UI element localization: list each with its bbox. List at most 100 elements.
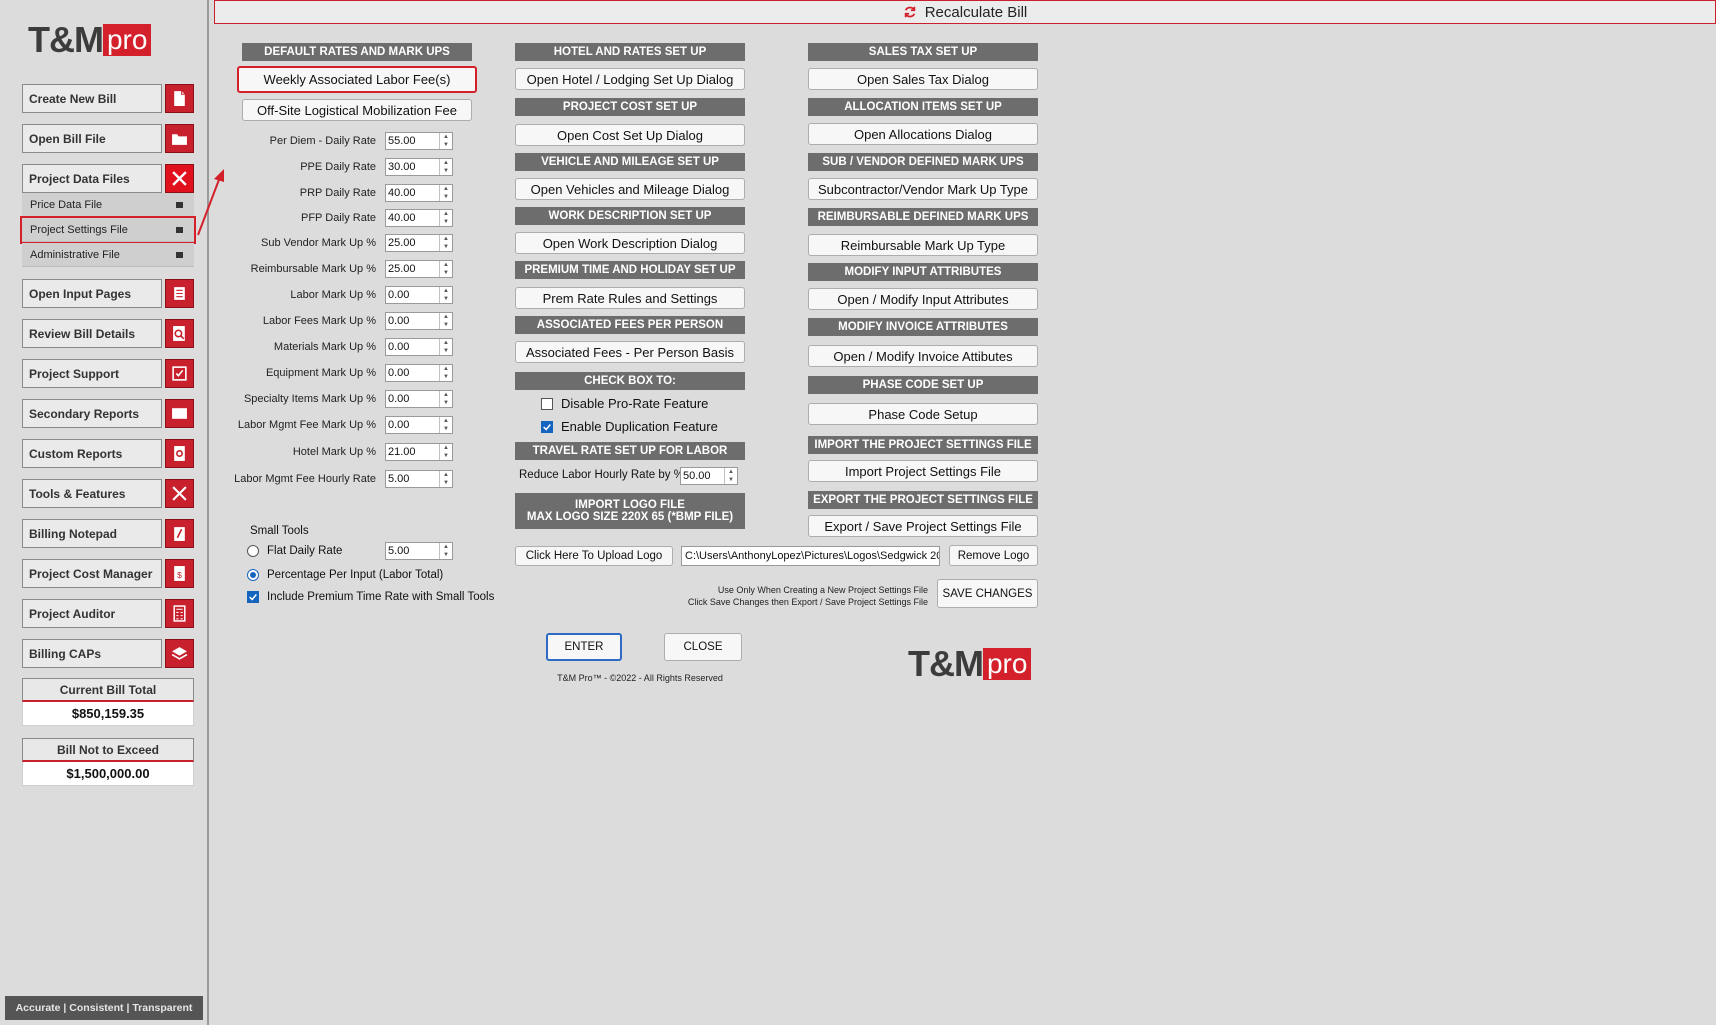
create-new-bill-button[interactable]: Create New Bill	[22, 84, 194, 113]
rate-stepper[interactable]: 25.00 ▲ ▼	[385, 234, 453, 252]
project-data-files-button[interactable]: Project Data Files	[22, 164, 194, 193]
rate-value[interactable]: 5.00	[386, 471, 439, 487]
project-cost-manager-button[interactable]: Project Cost Manager $	[22, 559, 194, 588]
flat-daily-rate-value[interactable]: 5.00	[386, 543, 439, 559]
project-auditor-button[interactable]: Project Auditor	[22, 599, 194, 628]
travel-rate-stepper[interactable]: 50.00 ▲ ▼	[680, 467, 738, 485]
flat-daily-rate-option[interactable]: Flat Daily Rate	[247, 545, 342, 557]
include-premium-checkbox[interactable]	[247, 591, 259, 603]
reimbursable-markup-button[interactable]: Reimbursable Mark Up Type	[808, 234, 1038, 256]
rate-stepper[interactable]: 21.00 ▲ ▼	[385, 443, 453, 461]
save-changes-button[interactable]: SAVE CHANGES	[937, 579, 1038, 608]
rate-value[interactable]: 0.00	[386, 287, 439, 303]
modify-invoice-attributes-button[interactable]: Open / Modify Invoice Attibutes	[808, 345, 1038, 367]
rate-value[interactable]: 21.00	[386, 444, 439, 460]
review-bill-details-button[interactable]: Review Bill Details	[22, 319, 194, 348]
rate-value[interactable]: 25.00	[386, 235, 439, 251]
spin-arrows-icon[interactable]: ▲ ▼	[439, 444, 452, 460]
rate-stepper[interactable]: 0.00 ▲ ▼	[385, 312, 453, 330]
sidebar-sub-project-settings-file[interactable]: Project Settings File	[20, 216, 196, 244]
associated-fees-button[interactable]: Associated Fees - Per Person Basis	[515, 341, 745, 363]
open-sales-tax-button[interactable]: Open Sales Tax Dialog	[808, 68, 1038, 90]
billing-notepad-button[interactable]: Billing Notepad	[22, 519, 194, 548]
spin-arrows-icon[interactable]: ▲ ▼	[724, 468, 737, 484]
spin-arrows-icon[interactable]: ▲ ▼	[439, 471, 452, 487]
spin-arrows-icon[interactable]: ▲ ▼	[439, 261, 452, 277]
spin-arrows-icon[interactable]: ▲ ▼	[439, 133, 452, 149]
rate-value[interactable]: 0.00	[386, 417, 439, 433]
subcontractor-markup-button[interactable]: Subcontractor/Vendor Mark Up Type	[808, 178, 1038, 200]
weekly-labor-fee-button[interactable]: Weekly Associated Labor Fee(s)	[237, 66, 477, 93]
open-bill-file-button[interactable]: Open Bill File	[22, 124, 194, 153]
spin-arrows-icon[interactable]: ▲ ▼	[439, 391, 452, 407]
percentage-per-input-option[interactable]: Percentage Per Input (Labor Total)	[247, 569, 443, 581]
open-allocations-button[interactable]: Open Allocations Dialog	[808, 123, 1038, 145]
open-hotel-lodging-button[interactable]: Open Hotel / Lodging Set Up Dialog	[515, 68, 745, 90]
recalculate-bill-button[interactable]: Recalculate Bill	[214, 0, 1716, 24]
flat-daily-rate-stepper[interactable]: 5.00 ▲ ▼	[385, 542, 453, 560]
spin-arrows-icon[interactable]: ▲ ▼	[439, 313, 452, 329]
rate-value[interactable]: 0.00	[386, 313, 439, 329]
rate-value[interactable]: 0.00	[386, 339, 439, 355]
prem-rate-rules-button[interactable]: Prem Rate Rules and Settings	[515, 287, 745, 309]
upload-logo-button[interactable]: Click Here To Upload Logo	[515, 546, 673, 566]
remove-logo-button[interactable]: Remove Logo	[949, 545, 1038, 566]
open-work-description-button[interactable]: Open Work Description Dialog	[515, 232, 745, 254]
rate-value[interactable]: 25.00	[386, 261, 439, 277]
disable-prorate-option[interactable]: Disable Pro-Rate Feature	[541, 396, 708, 411]
new-file-icon	[165, 84, 194, 113]
enable-duplication-checkbox[interactable]	[541, 420, 553, 433]
rate-value[interactable]: 55.00	[386, 133, 439, 149]
custom-reports-button[interactable]: Custom Reports	[22, 439, 194, 468]
rate-stepper[interactable]: 40.00 ▲ ▼	[385, 209, 453, 227]
spin-arrows-icon[interactable]: ▲ ▼	[439, 417, 452, 433]
offsite-mobilization-fee-button[interactable]: Off-Site Logistical Mobilization Fee	[242, 99, 472, 121]
secondary-reports-button[interactable]: Secondary Reports	[22, 399, 194, 428]
logo-path-input[interactable]: C:\Users\AnthonyLopez\Pictures\Logos\Sed…	[681, 546, 940, 566]
rate-stepper[interactable]: 0.00 ▲ ▼	[385, 286, 453, 304]
rate-stepper[interactable]: 0.00 ▲ ▼	[385, 416, 453, 434]
rate-value[interactable]: 30.00	[386, 159, 439, 175]
phase-code-setup-button[interactable]: Phase Code Setup	[808, 403, 1038, 425]
travel-rate-value[interactable]: 50.00	[681, 468, 724, 484]
rate-value[interactable]: 0.00	[386, 391, 439, 407]
rate-stepper[interactable]: 5.00 ▲ ▼	[385, 470, 453, 488]
disable-prorate-checkbox[interactable]	[541, 397, 553, 410]
spin-arrows-icon[interactable]: ▲ ▼	[439, 339, 452, 355]
enable-duplication-option[interactable]: Enable Duplication Feature	[541, 419, 718, 434]
modify-input-attributes-button[interactable]: Open / Modify Input Attributes	[808, 288, 1038, 310]
spin-arrows-icon[interactable]: ▲ ▼	[439, 365, 452, 381]
open-cost-setup-button[interactable]: Open Cost Set Up Dialog	[515, 124, 745, 146]
sidebar-sub-price-data-file[interactable]: Price Data File	[22, 193, 194, 217]
rate-stepper[interactable]: 0.00 ▲ ▼	[385, 364, 453, 382]
rate-stepper[interactable]: 25.00 ▲ ▼	[385, 260, 453, 278]
hotel-rates-header: HOTEL AND RATES SET UP	[515, 43, 745, 61]
close-button[interactable]: CLOSE	[664, 633, 742, 661]
rate-value[interactable]: 40.00	[386, 185, 439, 201]
spin-arrows-icon[interactable]: ▲ ▼	[439, 185, 452, 201]
open-input-pages-button[interactable]: Open Input Pages	[22, 279, 194, 308]
rate-stepper[interactable]: 55.00 ▲ ▼	[385, 132, 453, 150]
rate-stepper[interactable]: 0.00 ▲ ▼	[385, 390, 453, 408]
open-vehicles-mileage-button[interactable]: Open Vehicles and Mileage Dialog	[515, 178, 745, 200]
rate-stepper[interactable]: 0.00 ▲ ▼	[385, 338, 453, 356]
enter-button[interactable]: ENTER	[546, 633, 622, 661]
rate-stepper[interactable]: 40.00 ▲ ▼	[385, 184, 453, 202]
spin-arrows-icon[interactable]: ▲ ▼	[439, 235, 452, 251]
sidebar-sub-administrative-file[interactable]: Administrative File	[22, 243, 194, 267]
rate-stepper[interactable]: 30.00 ▲ ▼	[385, 158, 453, 176]
project-support-button[interactable]: Project Support	[22, 359, 194, 388]
export-settings-button[interactable]: Export / Save Project Settings File	[808, 515, 1038, 537]
spin-arrows-icon[interactable]: ▲ ▼	[439, 543, 452, 559]
rate-value[interactable]: 0.00	[386, 365, 439, 381]
billing-caps-button[interactable]: Billing CAPs	[22, 639, 194, 668]
tools-features-button[interactable]: Tools & Features	[22, 479, 194, 508]
include-premium-option[interactable]: Include Premium Time Rate with Small Too…	[247, 591, 494, 603]
rate-value[interactable]: 40.00	[386, 210, 439, 226]
spin-arrows-icon[interactable]: ▲ ▼	[439, 210, 452, 226]
percentage-per-input-radio[interactable]	[247, 569, 259, 581]
import-settings-button[interactable]: Import Project Settings File	[808, 460, 1038, 482]
spin-arrows-icon[interactable]: ▲ ▼	[439, 287, 452, 303]
flat-daily-rate-radio[interactable]	[247, 545, 259, 557]
spin-arrows-icon[interactable]: ▲ ▼	[439, 159, 452, 175]
